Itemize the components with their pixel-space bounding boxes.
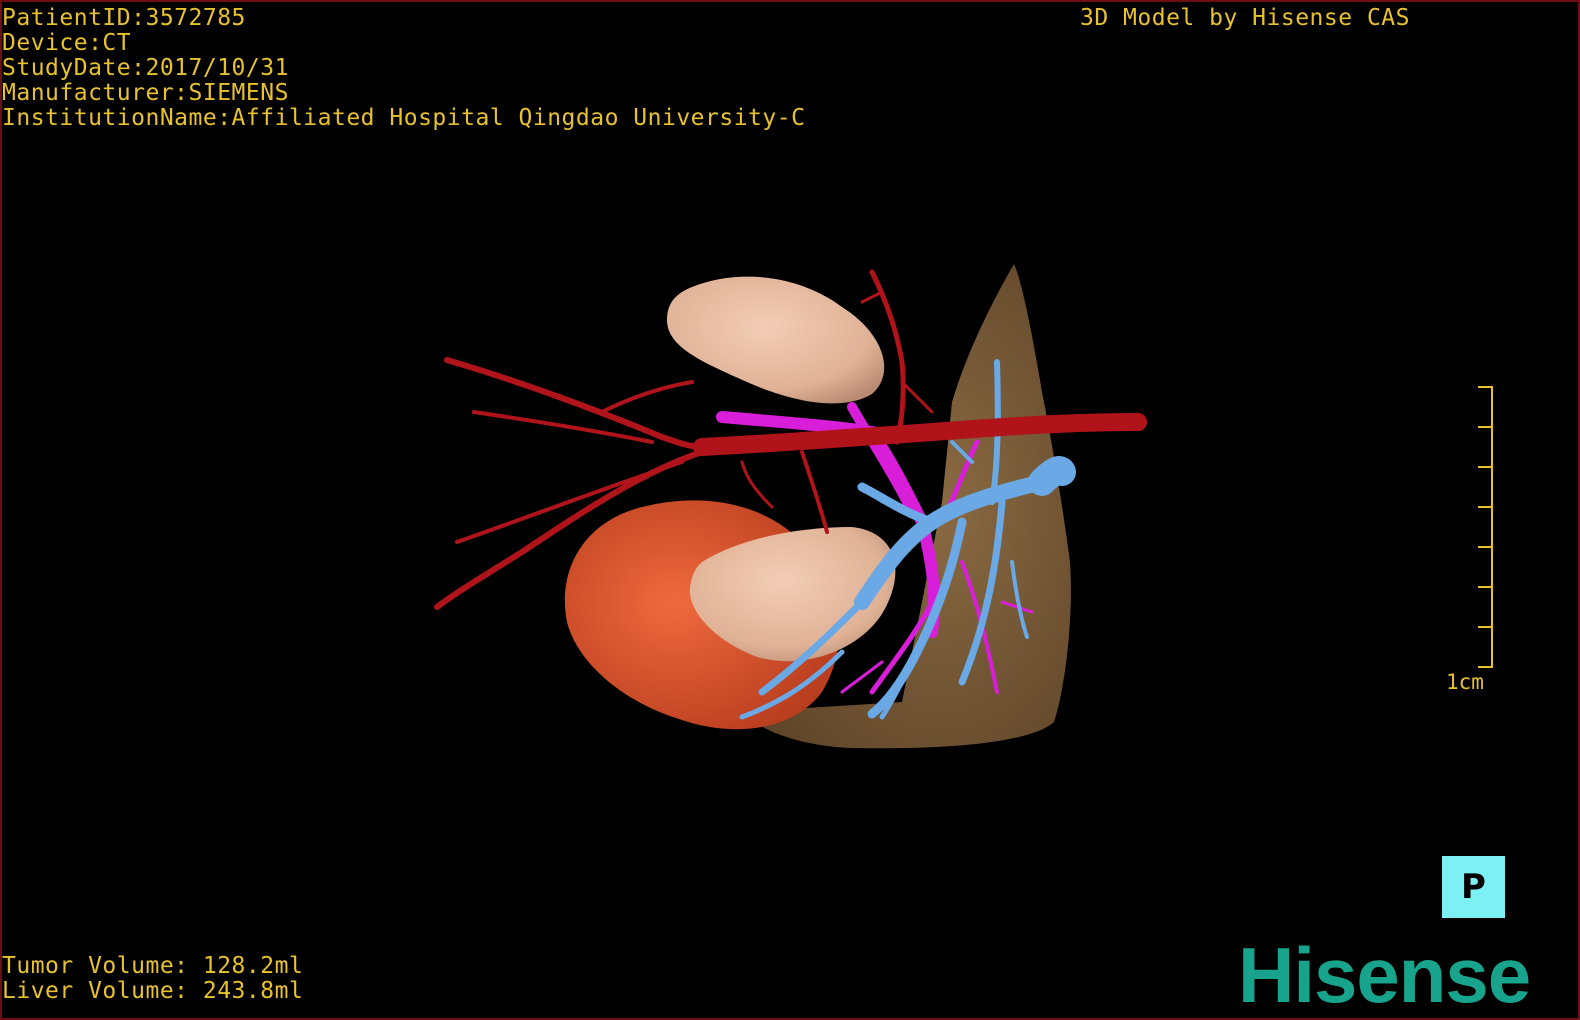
model-credit-text: 3D Model by Hisense CAS xyxy=(1080,5,1410,31)
manufacturer-text: Manufacturer:SIEMENS xyxy=(2,80,289,106)
patient-id-text: PatientID:3572785 xyxy=(2,5,246,31)
volume-info-panel: Tumor Volume: 128.2ml Liver Volume: 243.8… xyxy=(2,954,303,1004)
hisense-logo: Hisense xyxy=(1238,931,1531,1019)
tumor-volume-text: Tumor Volume: 128.2ml xyxy=(2,953,304,979)
device-text: Device:CT xyxy=(2,30,132,56)
3d-anatomy-model[interactable] xyxy=(2,2,1578,1018)
study-date-text: StudyDate:2017/10/31 xyxy=(2,55,289,81)
orientation-letter: P xyxy=(1461,867,1486,907)
3d-viewport[interactable]: PatientID:3572785 Device:CT StudyDate:2017… xyxy=(0,0,1580,1020)
scale-bar xyxy=(1478,386,1493,668)
institution-text: InstitutionName:Affiliated Hospital Qing… xyxy=(2,105,806,131)
kidney-upper-model xyxy=(667,276,885,404)
liver-volume-text: Liver Volume: 243.8ml xyxy=(2,978,304,1004)
scale-label: 1cm xyxy=(1446,670,1484,694)
dicom-info-panel: PatientID:3572785 Device:CT StudyDate:2017… xyxy=(2,6,805,131)
orientation-cube-button[interactable]: P xyxy=(1442,856,1505,918)
